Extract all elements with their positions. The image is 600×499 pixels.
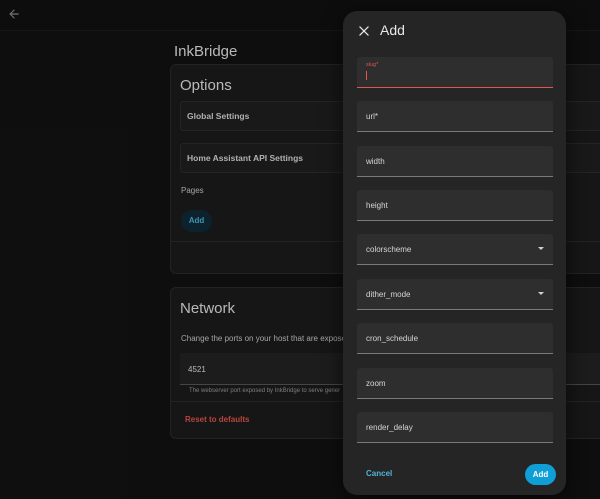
cancel-button[interactable]: Cancel (366, 469, 392, 478)
add-button[interactable]: Add (525, 464, 556, 485)
dialog-title: Add (380, 22, 405, 38)
render-delay-label: render_delay (366, 423, 413, 432)
add-dialog: Add slug* url* width height colorscheme … (343, 11, 566, 495)
url-label: url* (366, 112, 379, 121)
colorscheme-select[interactable]: colorscheme (357, 234, 553, 265)
height-field[interactable]: height (357, 190, 553, 221)
zoom-label: zoom (366, 379, 386, 388)
render-delay-field[interactable]: render_delay (357, 412, 553, 443)
cron-schedule-label: cron_schedule (366, 334, 419, 343)
text-cursor (366, 71, 367, 80)
close-icon[interactable] (357, 24, 371, 38)
slug-label: slug* (366, 62, 379, 68)
width-field[interactable]: width (357, 146, 553, 177)
zoom-field[interactable]: zoom (357, 368, 553, 399)
colorscheme-label: colorscheme (366, 245, 412, 254)
slug-field[interactable]: slug* (357, 57, 553, 88)
cron-schedule-field[interactable]: cron_schedule (357, 323, 553, 354)
dither-mode-label: dither_mode (366, 290, 411, 299)
url-field[interactable]: url* (357, 101, 553, 132)
width-label: width (366, 157, 385, 166)
dropdown-arrow-icon (538, 247, 544, 250)
add-button-label: Add (532, 470, 549, 479)
height-label: height (366, 201, 388, 210)
dither-mode-select[interactable]: dither_mode (357, 279, 553, 310)
dropdown-arrow-icon (538, 292, 544, 295)
